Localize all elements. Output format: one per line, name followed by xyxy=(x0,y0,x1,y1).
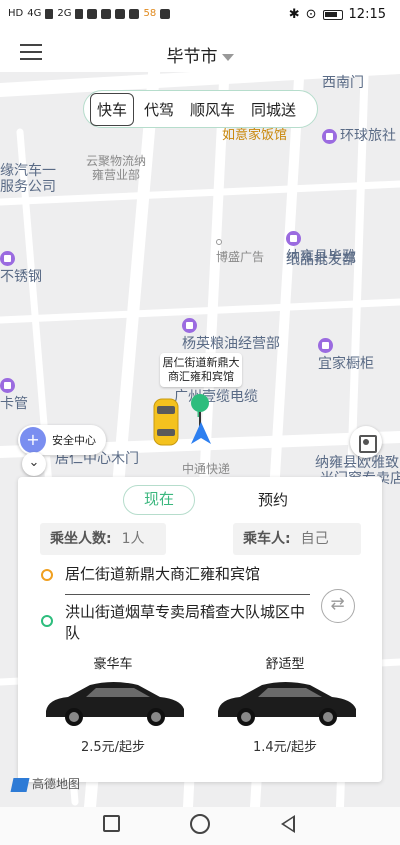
shop-icon xyxy=(0,377,15,393)
back-icon[interactable] xyxy=(281,815,295,833)
app-header: 毕节市 xyxy=(0,32,400,72)
amap-logo-icon xyxy=(10,777,30,792)
locate-me-button[interactable] xyxy=(350,426,382,458)
rider-label: 乘车人: xyxy=(243,531,291,547)
safety-center-label: 安全中心 xyxy=(52,434,96,447)
comfort-car-icon xyxy=(218,682,356,726)
poi-label: 西南门 xyxy=(322,75,364,91)
tab-express[interactable]: 快车 xyxy=(90,92,135,126)
destination-dot-icon xyxy=(41,615,53,627)
car-option-name: 舒适型 xyxy=(265,657,305,672)
poi-label: 中通快递 xyxy=(182,462,231,476)
poi-label: 纸品批发部 xyxy=(286,252,356,268)
location-icon: ⊙ xyxy=(305,7,317,22)
city-name: 毕节市 xyxy=(166,47,218,67)
shop-icon xyxy=(182,317,197,333)
luxury-car-icon xyxy=(46,682,184,726)
message-icon xyxy=(115,8,126,19)
poi-name: 宜家橱柜 xyxy=(318,356,374,372)
route-divider xyxy=(65,594,310,595)
hd-tag: HD xyxy=(8,8,24,19)
map-logo: 高德地图 xyxy=(10,775,81,792)
clock: 12:15 xyxy=(348,7,386,22)
origin-input[interactable]: 居仁街道新鼎大商汇雍和宾馆 xyxy=(65,564,260,585)
booking-card: 现在 预约 乘坐人数: 1人 乘车人: 自己 居仁街道新鼎大商汇雍和宾馆 洪山街道烟… xyxy=(18,477,382,782)
chevron-down-icon[interactable]: ⌄ xyxy=(22,452,46,476)
bluetooth-icon: ✱ xyxy=(288,7,300,22)
swap-icon[interactable] xyxy=(321,589,355,623)
app-icon xyxy=(160,8,171,19)
car-option-price: 1.4元/起步 xyxy=(252,740,318,755)
poi-name: 环球旅社 xyxy=(340,128,396,144)
poi-label: 广州壹缆电缆 xyxy=(174,389,258,405)
pickup-address-label[interactable]: 居仁街道新鼎大商汇雍和宾馆 xyxy=(160,353,242,387)
poi-label: 环球旅社 xyxy=(322,125,396,145)
status-left: HD 4G 2G 58 xyxy=(8,8,171,19)
map-logo-text: 高德地图 xyxy=(32,777,81,791)
poi-label: 不锈钢 xyxy=(0,250,42,286)
hotel-icon xyxy=(322,128,337,144)
time-tabs: 现在 预约 xyxy=(18,485,382,517)
poi-label: 卡管 xyxy=(0,377,28,413)
poi-label: 博盛广告 xyxy=(216,234,264,265)
current-location-icon xyxy=(191,422,211,444)
city-selector[interactable]: 毕节市 xyxy=(0,42,400,67)
poi-dot-icon xyxy=(216,239,222,245)
poi-label: 杨英粮油经营部 xyxy=(182,317,280,353)
signal-icon xyxy=(45,8,54,19)
home-icon[interactable] xyxy=(190,814,210,834)
passenger-count-label: 乘坐人数: xyxy=(50,531,112,547)
network-2g-tag: 2G xyxy=(57,8,72,19)
tab-carpool[interactable]: 顺风车 xyxy=(184,94,241,125)
download-icon xyxy=(101,8,112,19)
poi-label: 服务公司 xyxy=(0,179,56,195)
status-bar: HD 4G 2G 58 ✱ ⊙ 12:15 xyxy=(0,0,400,32)
tab-designated-driver[interactable]: 代驾 xyxy=(138,94,180,125)
status-right: ✱ ⊙ 12:15 xyxy=(289,7,386,22)
notification-badge: 58 xyxy=(143,8,157,19)
poi-label: 宜家橱柜 xyxy=(318,337,374,373)
car-option-luxury[interactable]: 豪华车 2.5元/起步 xyxy=(38,653,188,763)
car-option-price: 2.5元/起步 xyxy=(80,740,146,755)
destination-input[interactable]: 洪山街道烟草专卖局稽查大队城区中队 xyxy=(65,602,315,644)
rider-value: 自己 xyxy=(300,531,329,547)
wechat-icon xyxy=(129,8,140,19)
battery-icon xyxy=(322,9,343,20)
shop-icon xyxy=(286,230,301,246)
poi-name: 不锈钢 xyxy=(0,269,42,285)
taxi-car-icon xyxy=(153,398,179,446)
origin-dot-icon xyxy=(41,569,53,581)
shop-icon xyxy=(318,337,333,353)
car-option-comfort[interactable]: 舒适型 1.4元/起步 xyxy=(210,653,360,763)
passenger-count-value: 1人 xyxy=(121,531,145,547)
shop-icon xyxy=(0,250,15,266)
system-nav-bar xyxy=(0,807,400,845)
poi-name: 卡管 xyxy=(0,396,28,412)
network-4g-tag: 4G xyxy=(27,8,42,19)
tab-reserve[interactable]: 预约 xyxy=(243,485,303,515)
rider-field[interactable]: 乘车人: 自己 xyxy=(233,523,361,555)
tab-now[interactable]: 现在 xyxy=(123,485,195,515)
sim-icon xyxy=(87,8,98,19)
shield-plus-icon: + xyxy=(20,427,46,453)
safety-center-button[interactable]: + 安全中心 xyxy=(18,425,106,455)
caret-down-icon xyxy=(221,53,234,61)
recent-apps-icon[interactable] xyxy=(103,815,120,832)
car-option-name: 豪华车 xyxy=(93,657,133,672)
signal-icon xyxy=(75,8,84,19)
poi-label: 雍营业部 xyxy=(92,168,141,182)
poi-name: 博盛广告 xyxy=(216,250,265,264)
tab-same-city-delivery[interactable]: 同城送 xyxy=(245,94,302,125)
service-tabs: 快车 代驾 顺风车 同城送 xyxy=(83,90,318,128)
poi-name: 杨英粮油经营部 xyxy=(182,336,280,352)
passenger-count-field[interactable]: 乘坐人数: 1人 xyxy=(40,523,166,555)
